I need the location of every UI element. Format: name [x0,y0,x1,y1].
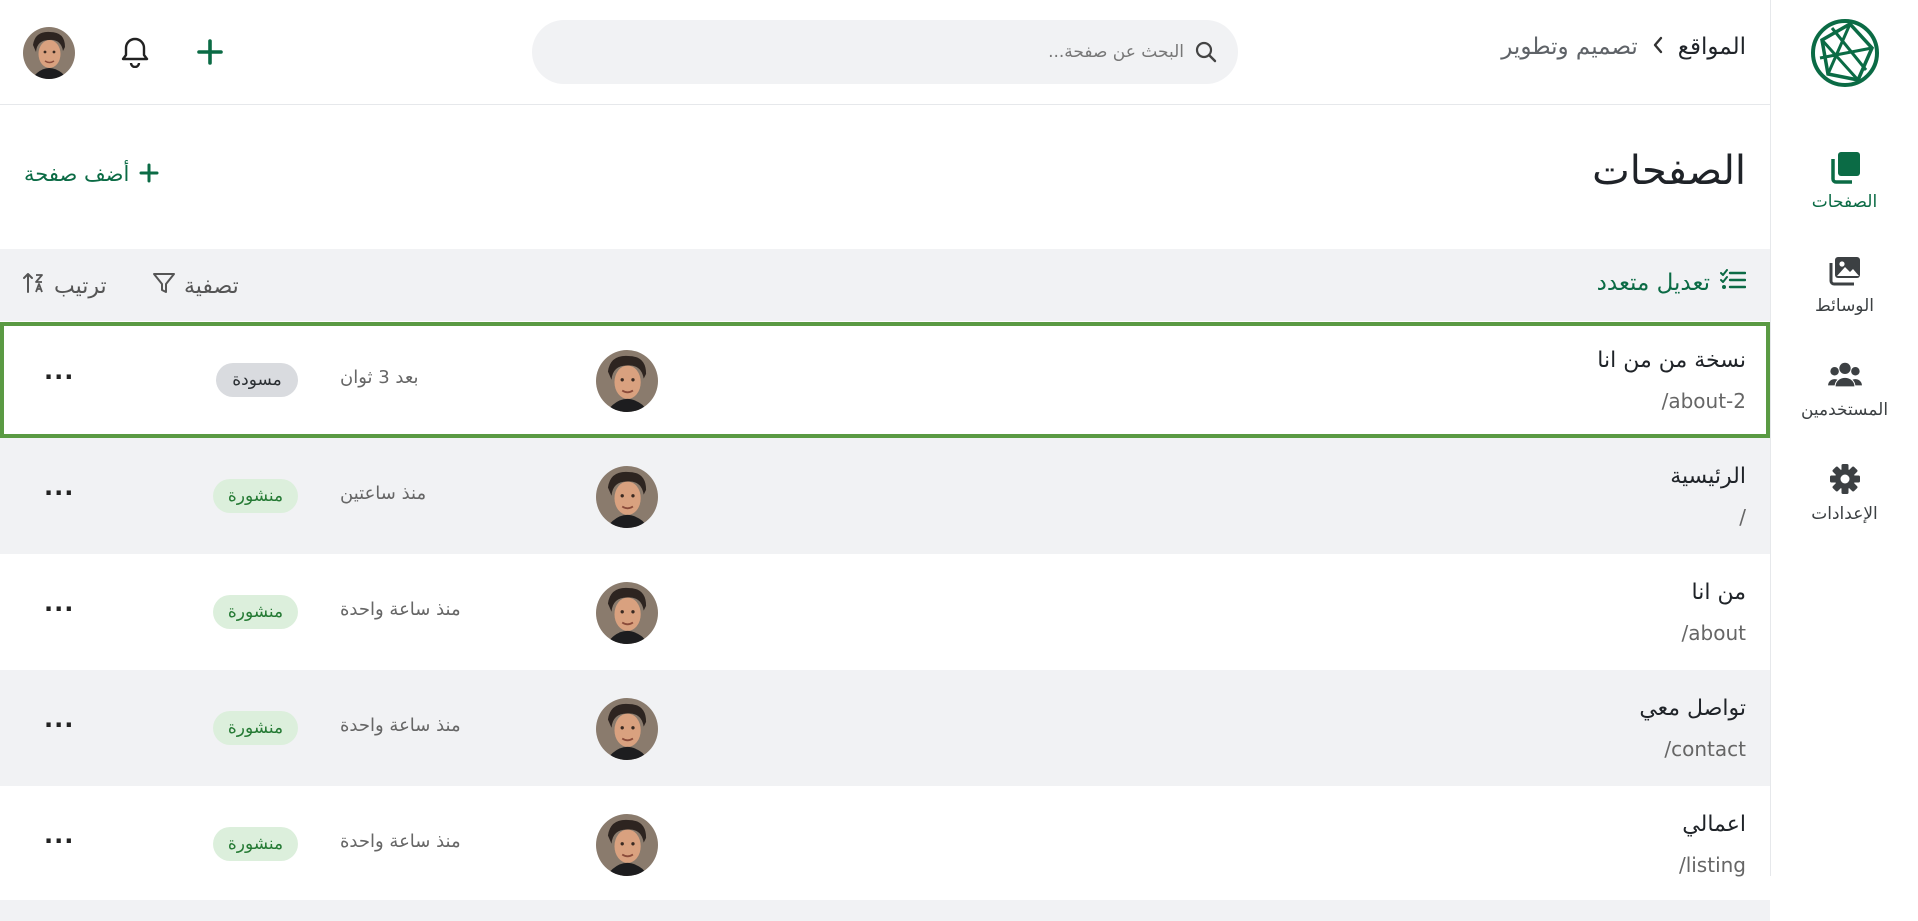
user-avatar[interactable] [23,27,75,79]
create-plus-icon[interactable] [195,37,225,67]
table-row[interactable]: نسخة من من انا /about-2 بعد 3 ثوان مسودة… [0,322,1770,438]
page-title-cell[interactable]: اعمالي [1682,812,1746,837]
side-nav: الصفحات الوسائط المستخدمين الإعدادات [1770,0,1918,876]
settings-gear-icon [1828,462,1862,496]
filter-button[interactable]: تصفية [152,271,239,301]
author-avatar [596,350,658,412]
bulk-edit-label: تعديل متعدد [1596,270,1710,296]
filter-funnel-icon [152,271,176,301]
nav-media[interactable]: الوسائط [1771,254,1918,344]
author-avatar [596,582,658,644]
nav-users-label: المستخدمين [1800,400,1889,420]
page-title-cell[interactable]: نسخة من من انا [1597,348,1746,373]
updated-time: منذ ساعة واحدة [340,831,461,852]
list-continuation [0,900,1770,921]
status-badge: منشورة [213,595,298,629]
pages-icon [1828,150,1862,184]
table-row[interactable]: الرئيسية / منذ ساعتين منشورة ··· [0,438,1770,554]
pages-list: نسخة من من انا /about-2 بعد 3 ثوان مسودة… [0,322,1770,902]
add-page-label: أضف صفحة [24,162,130,186]
sort-label: ترتيب [54,273,107,299]
logo-icon [1811,19,1879,87]
author-avatar [596,814,658,876]
more-options-icon[interactable]: ··· [44,713,74,737]
nav-media-label: الوسائط [1815,296,1874,316]
list-toolbar: تعديل متعدد تصفية ترتيب [0,249,1770,321]
top-bar: المواقع تصميم وتطوير [0,0,1770,105]
sort-button[interactable]: ترتيب [22,271,107,301]
updated-time: منذ ساعة واحدة [340,715,461,736]
author-avatar [596,698,658,760]
search-input[interactable] [584,42,1184,62]
page-slug: /contact [1664,737,1746,761]
chevron-left-icon [1652,35,1664,60]
checklist-icon [1720,269,1747,297]
page-slug: /about-2 [1661,389,1746,413]
users-icon [1827,358,1862,392]
updated-time: منذ ساعة واحدة [340,599,461,620]
page-title: الصفحات [1592,148,1746,194]
more-options-icon[interactable]: ··· [44,597,74,621]
updated-time: بعد 3 ثوان [340,367,419,388]
filter-label: تصفية [184,273,239,299]
search-icon [1194,40,1218,64]
updated-time: منذ ساعتين [340,483,427,504]
more-options-icon[interactable]: ··· [44,829,74,853]
status-badge: منشورة [213,827,298,861]
more-options-icon[interactable]: ··· [44,365,74,389]
nav-users[interactable]: المستخدمين [1771,358,1918,448]
nav-pages[interactable]: الصفحات [1771,150,1918,240]
page-slug: / [1739,505,1746,529]
table-row[interactable]: من انا /about منذ ساعة واحدة منشورة ··· [0,554,1770,670]
plus-icon [139,160,159,188]
sort-icon [22,271,46,301]
table-row[interactable]: تواصل معي /contact منذ ساعة واحدة منشورة… [0,670,1770,786]
nav-pages-label: الصفحات [1811,192,1878,212]
status-badge: منشورة [213,479,298,513]
notifications-bell-icon[interactable] [120,36,150,69]
page-title-cell[interactable]: من انا [1692,580,1746,605]
page-slug: /about [1681,621,1746,645]
nav-settings-label: الإعدادات [1811,504,1878,524]
status-badge: مسودة [216,363,298,397]
page-title-cell[interactable]: الرئيسية [1670,464,1746,489]
site-logo[interactable] [1810,18,1880,88]
page-slug: /listing [1678,853,1746,877]
breadcrumb: المواقع تصميم وتطوير [1501,34,1746,60]
media-icon [1828,254,1862,288]
table-row[interactable]: اعمالي /listing منذ ساعة واحدة منشورة ··… [0,786,1770,902]
page-title-cell[interactable]: تواصل معي [1639,696,1746,721]
nav-settings[interactable]: الإعدادات [1771,462,1918,552]
status-badge: منشورة [213,711,298,745]
breadcrumb-sites[interactable]: المواقع [1678,34,1746,60]
search-box[interactable] [532,20,1238,84]
more-options-icon[interactable]: ··· [44,481,74,505]
breadcrumb-current-site[interactable]: تصميم وتطوير [1501,34,1638,60]
author-avatar [596,466,658,528]
bulk-edit-button[interactable]: تعديل متعدد [1596,269,1747,297]
add-page-button[interactable]: أضف صفحة [24,160,159,188]
